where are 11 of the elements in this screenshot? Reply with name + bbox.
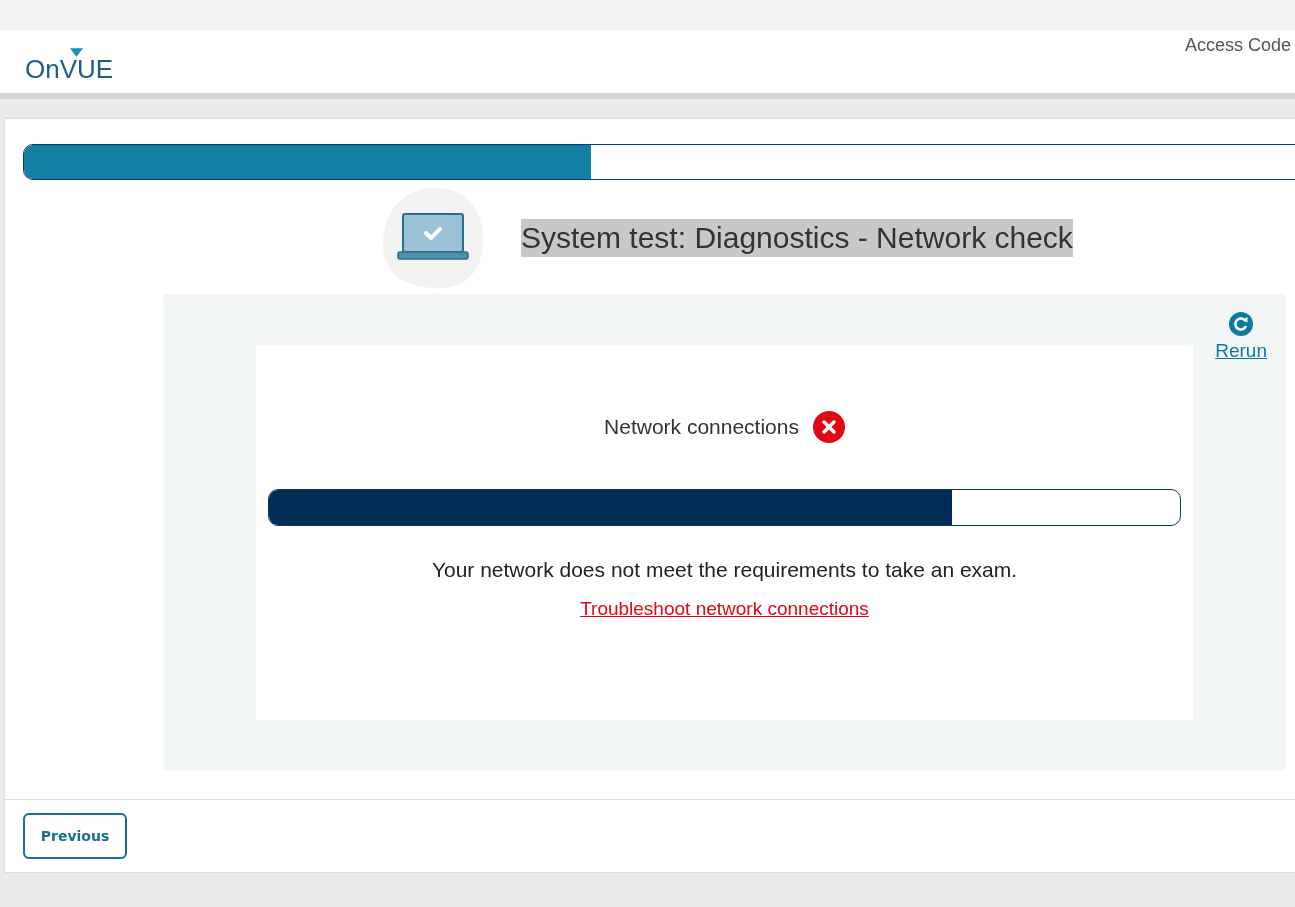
access-code-label: Access Code — [1184, 35, 1291, 56]
previous-button[interactable]: Previous — [23, 813, 127, 859]
refresh-icon — [1229, 312, 1254, 336]
result-message: Your network does not meet the requirements to take an exam. — [431, 558, 1018, 582]
triangle-logo-icon — [70, 48, 83, 57]
troubleshoot-link[interactable]: Troubleshoot network connections — [580, 598, 869, 620]
page-title: System test: Diagnostics - Network check — [521, 219, 1073, 257]
rerun-link[interactable]: Rerun — [1215, 312, 1267, 362]
check-label: Network connections — [604, 415, 799, 439]
onvue-logo-text: OnVUE — [25, 54, 114, 84]
laptop-check-icon — [381, 186, 485, 290]
